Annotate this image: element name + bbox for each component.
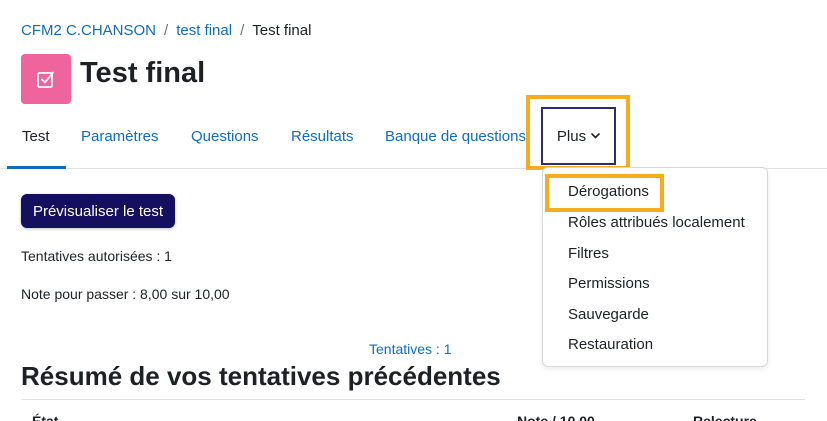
tab-parametres[interactable]: Paramètres bbox=[81, 118, 159, 168]
table-header-grade: Note / 10,00 bbox=[517, 413, 595, 421]
quiz-page: CFM2 C.CHANSON / test final / Test final… bbox=[0, 0, 827, 421]
menu-item-sauvegarde[interactable]: Sauvegarde bbox=[568, 306, 649, 323]
more-dropdown-menu: Dérogations Rôles attribués localement F… bbox=[542, 167, 768, 367]
table-header-state: État bbox=[32, 413, 59, 421]
menu-item-roles-locaux[interactable]: Rôles attribués localement bbox=[568, 214, 745, 231]
tab-more-dropdown-toggle[interactable]: Plus bbox=[541, 107, 616, 165]
table-divider bbox=[21, 399, 805, 400]
table-header-review: Relecture bbox=[693, 413, 757, 421]
menu-item-permissions[interactable]: Permissions bbox=[568, 275, 650, 292]
tab-test[interactable]: Test bbox=[7, 118, 65, 169]
tab-banque-de-questions[interactable]: Banque de questions bbox=[385, 118, 526, 168]
tab-resultats[interactable]: Résultats bbox=[291, 118, 354, 168]
breadcrumb: CFM2 C.CHANSON / test final / Test final bbox=[21, 22, 311, 39]
breadcrumb-separator: / bbox=[240, 22, 245, 39]
preview-quiz-button[interactable]: Prévisualiser le test bbox=[21, 194, 175, 228]
menu-item-filtres[interactable]: Filtres bbox=[568, 245, 609, 262]
menu-item-restauration[interactable]: Restauration bbox=[568, 336, 653, 353]
tab-more-label: Plus bbox=[556, 127, 587, 145]
chevron-down-icon bbox=[591, 133, 600, 139]
menu-item-derogations[interactable]: Dérogations bbox=[568, 183, 649, 200]
breadcrumb-course-link[interactable]: CFM2 C.CHANSON bbox=[21, 22, 156, 39]
attempts-link[interactable]: Tentatives : 1 bbox=[369, 341, 452, 357]
secondary-navigation: Test Paramètres Questions Résultats Banq… bbox=[0, 118, 827, 169]
quiz-checkbox-icon bbox=[21, 54, 71, 104]
page-title: Test final bbox=[80, 57, 206, 89]
breadcrumb-separator: / bbox=[164, 22, 169, 39]
breadcrumb-section-link[interactable]: test final bbox=[176, 22, 232, 39]
attempts-allowed-text: Tentatives autorisées : 1 bbox=[21, 248, 172, 264]
breadcrumb-current: Test final bbox=[252, 22, 312, 39]
summary-heading: Résumé de vos tentatives précédentes bbox=[21, 361, 501, 391]
tab-questions[interactable]: Questions bbox=[191, 118, 259, 168]
pass-grade-text: Note pour passer : 8,00 sur 10,00 bbox=[21, 286, 230, 302]
